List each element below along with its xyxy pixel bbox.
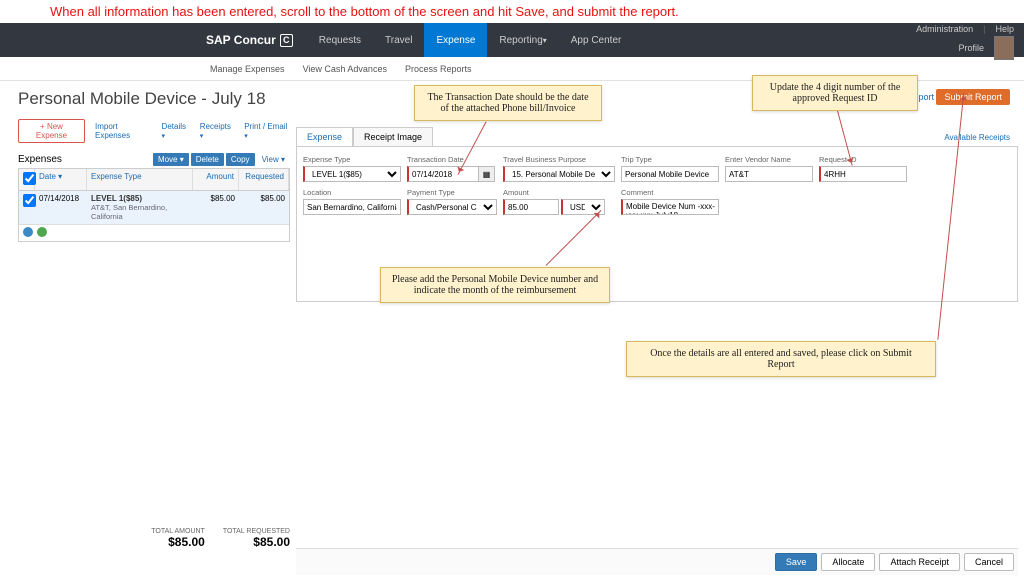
- form-footer: Save Allocate Attach Receipt Cancel: [296, 548, 1018, 575]
- subnav-process[interactable]: Process Reports: [405, 64, 472, 74]
- topbar-right: Administration | Help Profile: [916, 23, 1014, 61]
- brand-text: SAP Concur: [206, 33, 276, 47]
- col-date[interactable]: Date ▾: [35, 169, 87, 190]
- view-menu[interactable]: View ▾: [257, 153, 290, 166]
- total-requested: $85.00: [253, 535, 290, 549]
- move-button[interactable]: Move ▾: [153, 153, 189, 166]
- table-row[interactable]: 07/14/2018 LEVEL 1($85) AT&T, San Bernar…: [19, 191, 289, 225]
- callout-transaction-date: The Transaction Date should be the date …: [414, 85, 602, 121]
- comment-textarea[interactable]: Mobile Device Num -xxx-xxx-xxx July18: [621, 199, 719, 215]
- receipts-menu[interactable]: Receipts: [200, 122, 234, 140]
- left-panel: Personal Mobile Device - July 18 + New E…: [18, 89, 290, 242]
- cancel-button[interactable]: Cancel: [964, 553, 1014, 571]
- help-menu[interactable]: Help: [995, 24, 1014, 34]
- global-topbar: SAP Concur C Requests Travel Expense Rep…: [0, 23, 1024, 57]
- report-title: Personal Mobile Device - July 18: [18, 89, 290, 109]
- nav-expense[interactable]: Expense: [424, 23, 487, 57]
- expense-type-select[interactable]: LEVEL 1($85): [303, 166, 401, 182]
- admin-menu[interactable]: Administration: [916, 24, 973, 34]
- transaction-date-input[interactable]: [407, 166, 479, 182]
- col-requested[interactable]: Requested: [239, 169, 289, 190]
- nav-travel[interactable]: Travel: [373, 23, 424, 57]
- calendar-icon[interactable]: ▦: [479, 166, 495, 182]
- avatar[interactable]: [994, 36, 1014, 60]
- detail-panel: Delete Report Submit Report Available Re…: [296, 89, 1018, 576]
- expenses-heading: Expenses: [18, 154, 62, 165]
- print-menu[interactable]: Print / Email: [244, 122, 290, 140]
- tab-receipt-image[interactable]: Receipt Image: [353, 127, 433, 146]
- brand: SAP Concur C: [0, 23, 307, 57]
- receipt-icon: [37, 227, 47, 237]
- allocate-button[interactable]: Allocate: [821, 553, 875, 571]
- location-input[interactable]: [303, 199, 401, 215]
- amount-input[interactable]: [503, 199, 559, 215]
- nav-appcenter[interactable]: App Center: [559, 23, 634, 57]
- tab-expense[interactable]: Expense: [296, 127, 353, 146]
- totals-bar: TOTAL AMOUNT$85.00 TOTAL REQUESTED$85.00: [18, 528, 290, 549]
- total-amount: $85.00: [168, 535, 205, 549]
- row-amount: $85.00: [193, 191, 239, 224]
- attach-receipt-button[interactable]: Attach Receipt: [879, 553, 960, 571]
- status-icon: [23, 227, 33, 237]
- payment-type-select[interactable]: Cash/Personal Card: [407, 199, 497, 215]
- col-type[interactable]: Expense Type: [87, 169, 193, 190]
- submit-report-button[interactable]: Submit Report: [936, 89, 1010, 105]
- brand-logo-icon: C: [280, 34, 293, 47]
- import-expenses-link[interactable]: Import Expenses: [95, 122, 152, 140]
- copy-button[interactable]: Copy: [226, 153, 255, 166]
- new-expense-button[interactable]: + New Expense: [18, 119, 85, 143]
- callout-submit: Once the details are all entered and sav…: [626, 341, 936, 377]
- callout-request-id: Update the 4 digit number of the approve…: [752, 75, 918, 111]
- subnav-manage[interactable]: Manage Expenses: [210, 64, 285, 74]
- travel-purpose-select[interactable]: 15. Personal Mobile Device: [503, 166, 615, 182]
- trip-type-input[interactable]: [621, 166, 719, 182]
- page-instruction: When all information has been entered, s…: [0, 0, 1024, 23]
- callout-comment: Please add the Personal Mobile Device nu…: [380, 267, 610, 303]
- row-requested: $85.00: [239, 191, 289, 224]
- delete-button[interactable]: Delete: [191, 153, 224, 166]
- row-date: 07/14/2018: [35, 191, 87, 224]
- save-button[interactable]: Save: [775, 553, 818, 571]
- profile-menu[interactable]: Profile: [958, 43, 984, 53]
- nav-reporting[interactable]: Reporting: [487, 23, 558, 57]
- primary-nav: Requests Travel Expense Reporting App Ce…: [307, 23, 634, 57]
- nav-requests[interactable]: Requests: [307, 23, 373, 57]
- vendor-input[interactable]: [725, 166, 813, 182]
- expense-grid: Date ▾ Expense Type Amount Requested 07/…: [18, 168, 290, 242]
- col-amount[interactable]: Amount: [193, 169, 239, 190]
- row-status-icons: [19, 225, 289, 241]
- subnav-viewcash[interactable]: View Cash Advances: [303, 64, 387, 74]
- request-id-input[interactable]: [819, 166, 907, 182]
- details-menu[interactable]: Details: [162, 122, 190, 140]
- row-type: LEVEL 1($85) AT&T, San Bernardino, Calif…: [87, 191, 193, 224]
- available-receipts-link[interactable]: Available Receipts: [944, 133, 1010, 142]
